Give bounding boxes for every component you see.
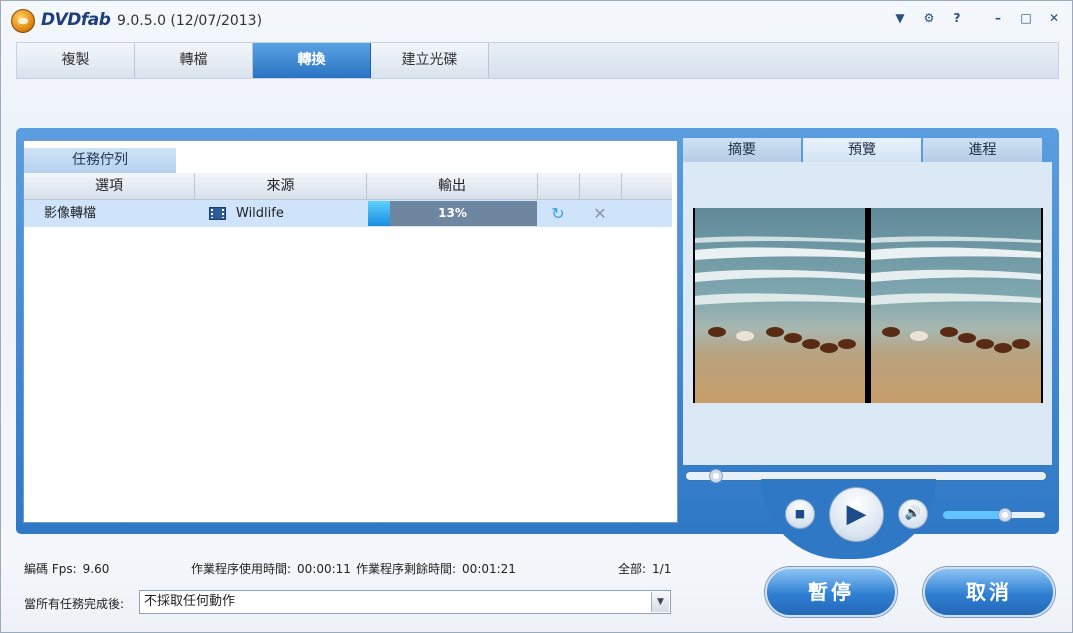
after-done-selected: 不採取任何動作 <box>144 594 236 609</box>
progress-text: 13% <box>438 206 467 220</box>
seek-handle[interactable] <box>709 469 723 483</box>
task-table-header: 選項 來源 輸出 <box>24 173 672 200</box>
video-preview <box>693 208 1043 403</box>
pause-button[interactable]: 暫停 <box>765 567 897 617</box>
tab-preview[interactable]: 預覽 <box>803 138 921 162</box>
total-value: 1/1 <box>652 562 672 576</box>
status-total: 全部: 1/1 <box>618 560 671 577</box>
row-progress-bar: 13% <box>368 201 537 226</box>
help-icon[interactable]: ? <box>948 9 966 27</box>
chevron-down-icon: ▼ <box>651 592 669 612</box>
maximize-icon[interactable]: □ <box>1017 9 1035 27</box>
elapsed-label: 作業程序使用時間: <box>191 562 292 576</box>
app-brand: DVDfab <box>41 10 111 30</box>
after-done-select[interactable]: 不採取任何動作 ▼ <box>139 590 671 614</box>
film-icon <box>209 207 226 220</box>
column-option: 選項 <box>24 173 195 200</box>
task-queue-title: 任務佇列 <box>24 148 176 173</box>
cancel-button[interactable]: 取消 <box>923 567 1055 617</box>
dvdfab-logo-icon <box>11 9 35 33</box>
after-done-label: 當所有任務完成後: <box>24 597 125 611</box>
column-output: 輸出 <box>367 173 538 200</box>
column-remove <box>580 173 622 200</box>
close-icon[interactable]: ✕ <box>1045 9 1063 27</box>
column-refresh <box>538 173 580 200</box>
fps-value: 9.60 <box>82 562 110 576</box>
minimize-icon[interactable]: – <box>989 9 1007 27</box>
play-icon: ▶ <box>846 499 867 529</box>
status-fps: 編碼 Fps: 9.60 <box>24 560 109 577</box>
refresh-icon[interactable]: ↻ <box>538 200 578 227</box>
stop-button[interactable]: ■ <box>785 499 815 529</box>
speaker-icon: 🔊 <box>904 506 922 521</box>
preview-frame-left <box>695 208 865 403</box>
tab-copy[interactable]: 複製 <box>17 43 135 78</box>
tab-progress[interactable]: 進程 <box>923 138 1042 162</box>
elapsed-value: 00:00:11 <box>297 562 351 576</box>
volume-handle[interactable] <box>998 508 1012 522</box>
row-option: 影像轉檔 <box>44 206 97 221</box>
app-version: 9.0.5.0 (12/07/2013) <box>117 13 263 29</box>
fps-label: 編碼 Fps: <box>24 562 77 576</box>
tab-creator[interactable]: 建立光碟 <box>371 43 489 78</box>
stop-icon: ■ <box>794 507 806 520</box>
status-elapsed: 作業程序使用時間: 00:00:11 <box>191 560 351 577</box>
status-remaining: 作業程序剩餘時間: 00:01:21 <box>356 560 516 577</box>
dropdown-menu-icon[interactable]: ▼ <box>891 9 909 27</box>
settings-icon[interactable]: ⚙ <box>920 9 938 27</box>
remaining-label: 作業程序剩餘時間: <box>356 562 457 576</box>
right-panel-tabs: 摘要 預覽 進程 <box>683 138 1052 162</box>
column-source: 來源 <box>195 173 367 200</box>
volume-button[interactable]: 🔊 <box>898 499 928 529</box>
tab-summary[interactable]: 摘要 <box>683 138 801 162</box>
app-window: DVDfab 9.0.5.0 (12/07/2013) ▼ ⚙ ? – □ ✕ … <box>0 0 1073 633</box>
remove-icon[interactable]: ✕ <box>580 200 620 227</box>
tab-ripper[interactable]: 轉檔 <box>135 43 253 78</box>
total-label: 全部: <box>618 562 647 576</box>
volume-fill <box>943 511 1005 519</box>
main-tab-bar: 複製 轉檔 轉換 建立光碟 <box>16 42 1059 79</box>
remaining-value: 00:01:21 <box>462 562 516 576</box>
preview-frame-right <box>871 208 1041 403</box>
column-extra <box>622 173 672 200</box>
table-row[interactable]: 影像轉檔 Wildlife 13% ↻ ✕ <box>24 200 672 227</box>
tab-converter[interactable]: 轉換 <box>253 43 371 78</box>
row-source: Wildlife <box>236 206 284 221</box>
play-button[interactable]: ▶ <box>829 487 884 542</box>
title-bar: DVDfab 9.0.5.0 (12/07/2013) ▼ ⚙ ? – □ ✕ <box>1 1 1072 39</box>
